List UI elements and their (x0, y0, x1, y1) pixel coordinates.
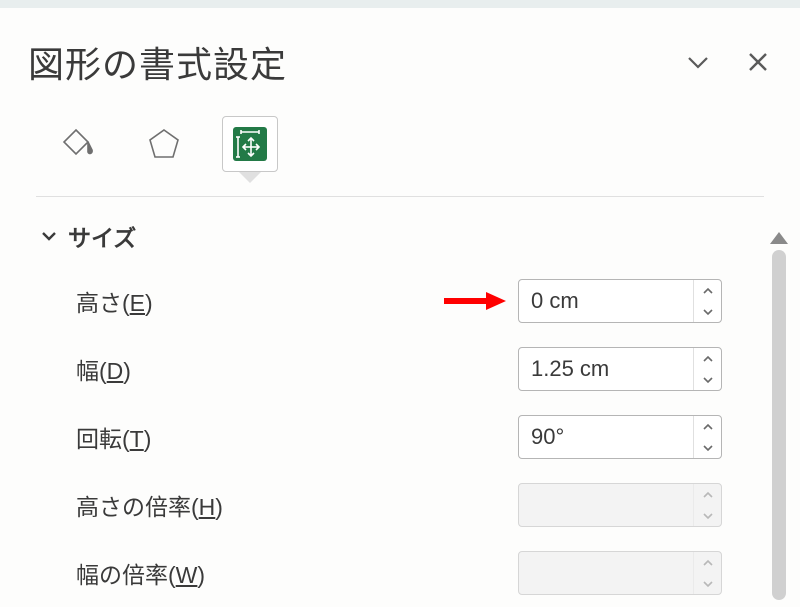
label-pre: 幅の倍率( (76, 562, 176, 588)
size-row: 幅(D) 1.25 cm (76, 335, 722, 403)
spinner-buttons (693, 416, 721, 458)
arrow-right-icon (442, 290, 506, 312)
caret-down-icon (702, 376, 714, 384)
spinner-buttons (693, 484, 721, 526)
section-title: サイズ (68, 219, 136, 253)
label-pre: 高さの倍率( (76, 494, 199, 520)
spinner-down-button[interactable] (694, 369, 721, 390)
size-row: 幅の倍率(W) (76, 539, 722, 607)
caret-down-icon (702, 580, 714, 588)
window-titlebar-strip (0, 0, 800, 8)
section-header-size[interactable]: サイズ (28, 197, 732, 267)
row-label: 高さ(E) (76, 284, 153, 318)
panel-header-controls (684, 48, 772, 76)
caret-up-icon (702, 423, 714, 431)
caret-up-icon (702, 355, 714, 363)
spinner-up-button (694, 484, 721, 505)
panel-collapse-button[interactable] (684, 48, 712, 76)
caret-down-icon (702, 512, 714, 520)
size-row: 回転(T) 90° (76, 403, 722, 471)
format-shape-panel: 図形の書式設定 (0, 8, 800, 607)
label-post: ) (145, 290, 153, 316)
label-accelerator: W (176, 562, 198, 588)
size-rows: 高さ(E)0 cm幅(D)1.25 cm回転(T)90°高さの倍率(H)幅の倍率… (28, 267, 732, 607)
spinner-buttons (693, 348, 721, 390)
tab-fill-line[interactable] (50, 116, 106, 172)
spinner-down-button[interactable] (694, 301, 721, 322)
row-label: 幅の倍率(W) (76, 556, 205, 590)
size-properties-icon (229, 123, 271, 165)
label-accelerator: D (107, 358, 124, 384)
chevron-down-icon (685, 49, 711, 75)
spinner-up-button[interactable] (694, 348, 721, 369)
label-accelerator: H (199, 494, 216, 520)
label-post: ) (197, 562, 205, 588)
caret-down-icon (702, 444, 714, 452)
tab-effects[interactable] (136, 116, 192, 172)
spinner-up-button (694, 552, 721, 573)
spinner-input[interactable]: 0 cm (518, 279, 722, 323)
spinner-input (518, 551, 722, 595)
caret-up-icon (702, 559, 714, 567)
scroll-track[interactable] (772, 250, 786, 600)
row-label: 幅(D) (76, 352, 131, 386)
spinner-buttons (693, 280, 721, 322)
label-post: ) (144, 426, 152, 452)
spinner-down-button (694, 505, 721, 526)
spinner-down-button (694, 573, 721, 594)
spinner-up-button[interactable] (694, 280, 721, 301)
spinner-up-button[interactable] (694, 416, 721, 437)
label-pre: 幅( (76, 358, 107, 384)
close-icon (746, 50, 770, 74)
spinner-value[interactable]: 90° (519, 416, 693, 458)
label-pre: 高さ( (76, 290, 130, 316)
panel-title: 図形の書式設定 (28, 36, 287, 88)
spinner-input (518, 483, 722, 527)
label-accelerator: T (130, 426, 144, 452)
chevron-down-icon (40, 227, 58, 245)
label-post: ) (123, 358, 131, 384)
scroll-up-arrow-icon[interactable] (770, 232, 788, 244)
panel-close-button[interactable] (744, 48, 772, 76)
panel-header: 図形の書式設定 (28, 8, 772, 110)
label-accelerator: E (130, 290, 145, 316)
label-pre: 回転( (76, 426, 130, 452)
size-row: 高さ(E) 0 cm (76, 267, 722, 335)
annotation-arrow (442, 290, 506, 312)
vertical-scrollbar[interactable] (768, 232, 790, 600)
paint-bucket-icon (58, 124, 98, 164)
spinner-value[interactable]: 1.25 cm (519, 348, 693, 390)
spinner-down-button[interactable] (694, 437, 721, 458)
spinner-value[interactable]: 0 cm (519, 280, 693, 322)
pentagon-icon (144, 124, 184, 164)
panel-content: サイズ 高さ(E) 0 cm 幅(D) 1.25 cm 回転(T) 90° 高さの倍率(H)… (28, 197, 772, 607)
caret-down-icon (702, 308, 714, 316)
category-tabs (28, 110, 772, 190)
caret-up-icon (702, 287, 714, 295)
label-post: ) (215, 494, 223, 520)
spinner-value (519, 484, 693, 526)
size-row: 高さの倍率(H) (76, 471, 722, 539)
spinner-input[interactable]: 90° (518, 415, 722, 459)
spinner-buttons (693, 552, 721, 594)
row-label: 回転(T) (76, 420, 151, 454)
spinner-value (519, 552, 693, 594)
spinner-input[interactable]: 1.25 cm (518, 347, 722, 391)
tab-size-properties[interactable] (222, 116, 278, 172)
caret-up-icon (702, 491, 714, 499)
row-label: 高さの倍率(H) (76, 488, 223, 522)
